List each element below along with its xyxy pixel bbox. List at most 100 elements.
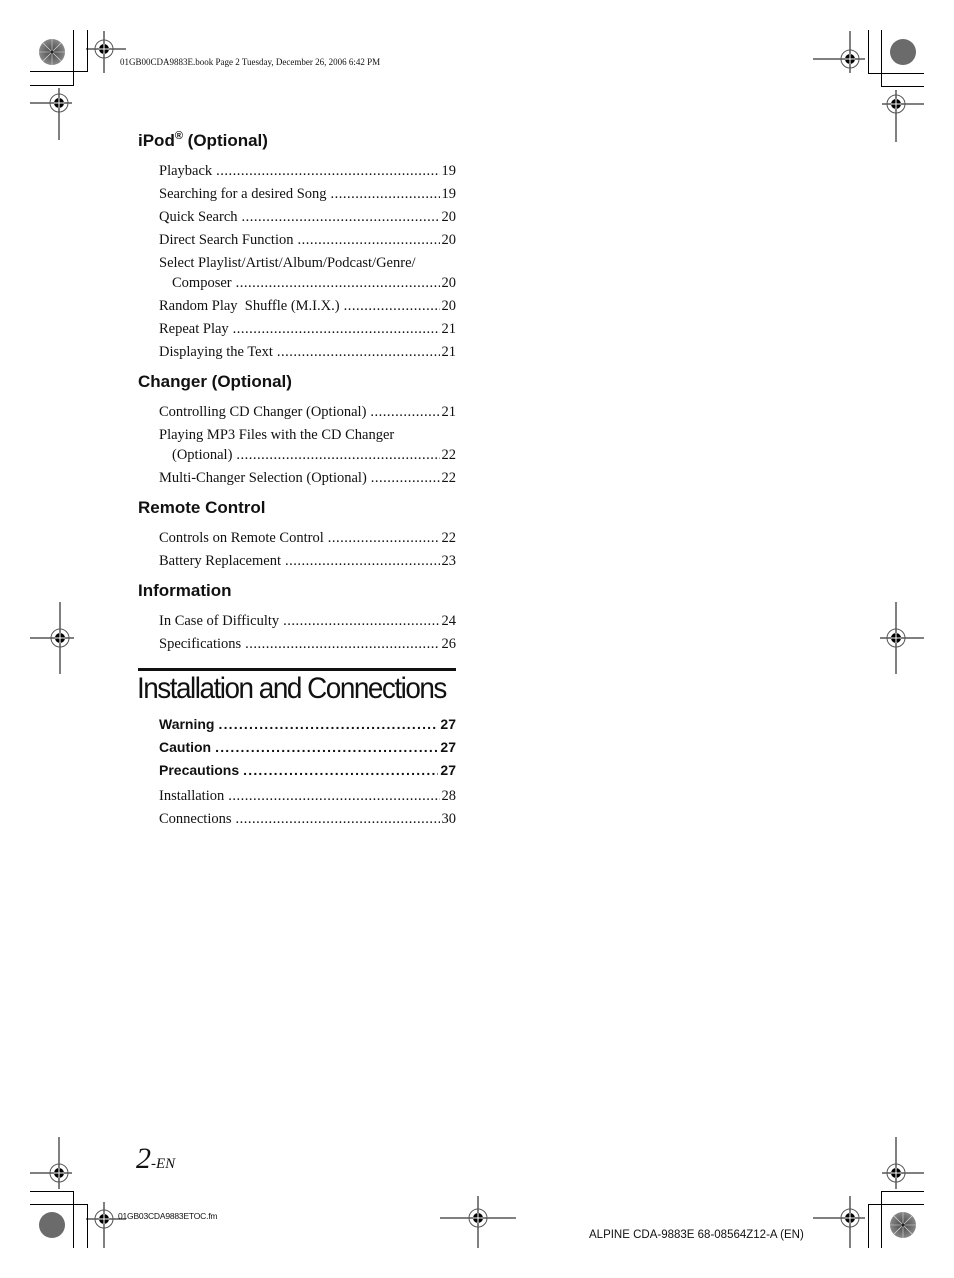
page-ref: 30 — [441, 811, 457, 827]
registration-mark-icon — [882, 1137, 924, 1189]
page-ref: 20 — [441, 232, 457, 248]
page-ref: 28 — [441, 788, 457, 804]
toc-section-installation: Warning27 Caution27 Precautions27 Instal… — [138, 714, 456, 829]
dot-leader — [328, 528, 440, 548]
toc-entry[interactable]: Caution27 — [159, 737, 456, 757]
registration-mark-icon — [880, 602, 924, 674]
section-title: Information — [138, 581, 232, 600]
dot-leader — [277, 342, 440, 362]
starburst-target-icon — [890, 1212, 916, 1238]
page-number: 2-EN — [136, 1142, 176, 1175]
toc-entry[interactable]: Playing MP3 Files with the CD Changer (O… — [159, 425, 456, 465]
registration-mark-icon — [30, 1137, 72, 1189]
trim-line — [881, 1191, 924, 1192]
trim-line — [868, 73, 924, 74]
page-ref: 27 — [440, 739, 456, 755]
trim-line — [30, 71, 88, 72]
dot-leader — [370, 402, 439, 422]
dot-leader — [236, 445, 439, 465]
dot-leader — [236, 809, 440, 829]
toc-entry[interactable]: Battery Replacement23 — [159, 551, 456, 571]
page-ref: 20 — [441, 275, 457, 291]
toc-section-information: Information In Case of Difficulty24 Spec… — [138, 580, 456, 654]
table-of-contents: iPod® (Optional) Playback19 Searching fo… — [137, 130, 456, 832]
toc-entry[interactable]: Warning27 — [159, 714, 456, 734]
registration-mark-icon — [86, 1202, 126, 1248]
toc-entry[interactable]: Quick Search20 — [159, 207, 456, 227]
toc-section-remote-control: Remote Control Controls on Remote Contro… — [138, 497, 456, 571]
page-ref: 20 — [441, 209, 457, 225]
page-ref: 23 — [441, 553, 457, 569]
dot-leader — [285, 551, 440, 571]
registration-mark-icon — [813, 1196, 865, 1248]
trim-line — [868, 30, 869, 73]
registration-mark-icon — [30, 88, 72, 140]
registration-mark-icon — [882, 90, 924, 142]
section-title: Remote Control — [138, 498, 266, 517]
dot-leader — [216, 161, 439, 181]
dot-leader — [283, 611, 439, 631]
toc-entry[interactable]: Repeat Play21 — [159, 319, 456, 339]
registration-mark-icon — [813, 31, 865, 73]
dot-leader — [215, 737, 438, 757]
page-ref: 21 — [441, 344, 457, 360]
dot-leader — [371, 468, 440, 488]
page-ref: 27 — [440, 716, 456, 732]
trim-line — [30, 1204, 88, 1205]
section-title: iPod® (Optional) — [138, 130, 268, 151]
registration-mark-icon — [30, 602, 74, 674]
toc-entry[interactable]: Precautions27 — [159, 760, 456, 780]
print-header-slug: 01GB00CDA9883E.book Page 2 Tuesday, Dece… — [120, 57, 381, 67]
page-ref: 21 — [441, 321, 457, 337]
page-ref: 19 — [441, 163, 457, 179]
page-ref: 19 — [441, 186, 457, 202]
dot-leader — [242, 207, 440, 227]
trim-line — [73, 1191, 74, 1248]
toc-entry[interactable]: Connections30 — [159, 809, 456, 829]
toc-entry[interactable]: Controlling CD Changer (Optional)21 — [159, 402, 456, 422]
trim-line — [30, 1191, 74, 1192]
toc-entry[interactable]: Direct Search Function20 — [159, 230, 456, 250]
dot-leader — [233, 319, 440, 339]
dot-leader — [218, 714, 438, 734]
trim-line — [881, 30, 882, 87]
trim-line — [868, 1204, 869, 1248]
starburst-target-icon — [39, 39, 65, 65]
page-ref: 22 — [441, 447, 457, 463]
page-ref: 20 — [441, 298, 457, 314]
page-ref: 22 — [441, 530, 457, 546]
page-ref: 24 — [441, 613, 457, 629]
trim-line — [868, 1204, 924, 1205]
dot-leader — [344, 296, 440, 316]
toc-entry[interactable]: Searching for a desired Song19 — [159, 184, 456, 204]
toc-entry[interactable]: Displaying the Text21 — [159, 342, 456, 362]
dot-leader — [245, 634, 439, 654]
toc-entry[interactable]: Specifications26 — [159, 634, 456, 654]
page-ref: 26 — [441, 636, 457, 652]
print-footer-filename: 01GB03CDA9883ETOC.fm — [118, 1211, 218, 1221]
dot-leader — [243, 760, 438, 780]
toc-entry[interactable]: Installation28 — [159, 786, 456, 806]
toc-entry[interactable]: Controls on Remote Control22 — [159, 528, 456, 548]
page-ref: 21 — [441, 404, 457, 420]
gray-target-icon — [890, 39, 916, 65]
registration-mark-icon — [440, 1196, 516, 1248]
toc-entry[interactable]: In Case of Difficulty24 — [159, 611, 456, 631]
chapter-title: Installation and Connections — [137, 672, 447, 705]
trim-line — [881, 1191, 882, 1248]
trim-line — [881, 86, 924, 87]
toc-entry[interactable]: Playback19 — [159, 161, 456, 181]
toc-section-changer: Changer (Optional) Controlling CD Change… — [138, 371, 456, 488]
toc-section-ipod: iPod® (Optional) Playback19 Searching fo… — [138, 130, 456, 362]
dot-leader — [331, 184, 440, 204]
toc-entry[interactable]: Random Play Shuffle (M.I.X.)20 — [159, 296, 456, 316]
dot-leader — [236, 273, 440, 293]
toc-entry[interactable]: Multi-Changer Selection (Optional)22 — [159, 468, 456, 488]
toc-entry[interactable]: Select Playlist/Artist/Album/Podcast/Gen… — [159, 253, 456, 293]
print-footer-model: ALPINE CDA-9883E 68-08564Z12-A (EN) — [589, 1229, 804, 1241]
page-ref: 22 — [441, 470, 457, 486]
section-title: Changer (Optional) — [138, 372, 292, 391]
trim-line — [30, 85, 74, 86]
gray-target-icon — [39, 1212, 65, 1238]
dot-leader — [228, 786, 439, 806]
